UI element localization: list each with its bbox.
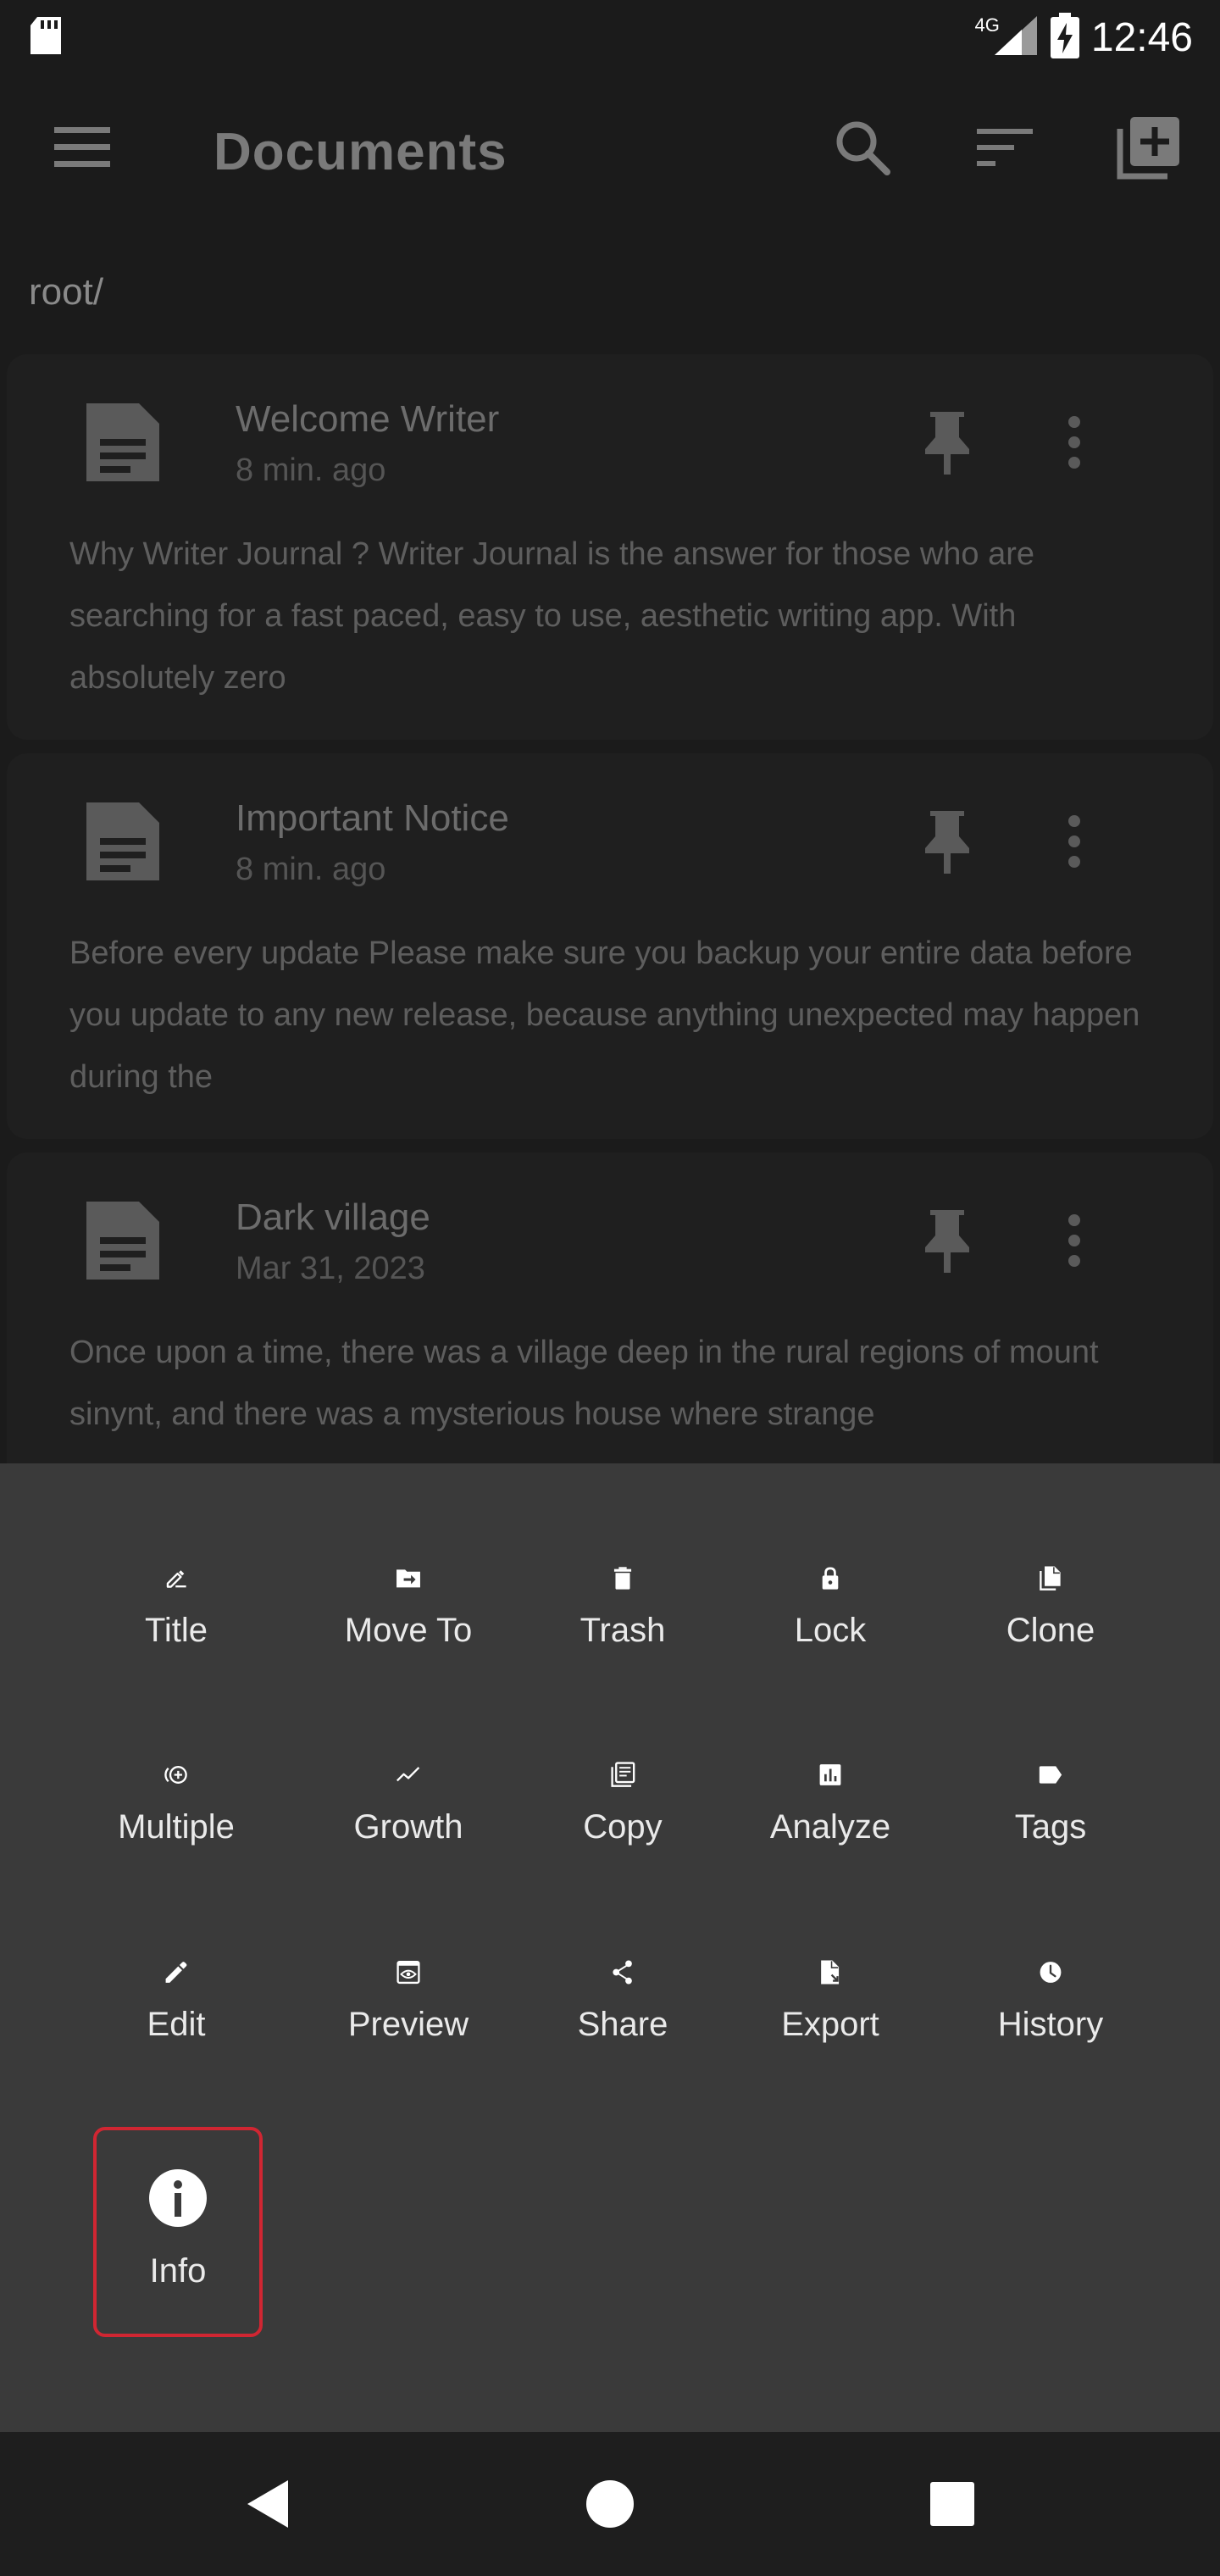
pin-icon[interactable] [922,408,983,476]
action-share[interactable]: Share [538,1857,707,2044]
action-label: Multiple [118,1808,235,1846]
multiple-add-icon [164,1766,187,1784]
info-icon [149,2169,207,2227]
menu-icon[interactable] [49,114,117,181]
back-icon[interactable] [234,2470,302,2538]
action-clone[interactable]: Clone [966,1463,1135,1650]
more-options-icon[interactable] [1049,408,1100,476]
pencil-icon [165,1962,187,1983]
copy-icon [611,1762,635,1787]
status-bar: 4G 12:46 [0,0,1220,75]
history-icon [1040,1962,1062,1983]
document-icon [80,1198,175,1293]
network-type: 4G [974,14,1000,36]
action-trash[interactable]: Trash [538,1463,707,1650]
action-label: Growth [353,1808,463,1846]
clone-icon [1040,1566,1061,1591]
action-label: Analyze [769,1808,891,1846]
action-tags[interactable]: Tags [966,1660,1135,1846]
action-label: Preview [347,2006,469,2043]
action-grid: Title Move To Trash Lock Clone Multiple … [0,1463,1220,2432]
action-label: Export [781,2006,879,2043]
document-date: 8 min. ago [236,852,386,887]
document-title: Welcome Writer [236,398,500,440]
growth-icon [396,1767,420,1782]
system-nav-bar [0,2432,1220,2576]
document-preview: Before every update Please make sure you… [69,935,1140,1095]
action-label: Tags [1014,1808,1087,1846]
battery-charging-icon [1050,12,1079,63]
analyze-icon [819,1764,841,1785]
action-history[interactable]: History [966,1857,1135,2044]
document-date: Mar 31, 2023 [236,1251,425,1286]
action-edit[interactable]: Edit [92,1857,261,2044]
search-icon[interactable] [829,114,896,181]
trash-icon [613,1567,632,1590]
move-to-folder-icon [396,1569,420,1588]
sort-icon[interactable] [971,114,1039,181]
page-title: Documents [214,123,507,181]
preview-icon [396,1960,420,1985]
more-options-icon[interactable] [1049,808,1100,875]
action-label: Edit [147,2006,206,2043]
action-label: Info [149,2252,207,2290]
lock-icon [822,1567,839,1590]
breadcrumb[interactable]: root/ [29,271,103,314]
title-edit-icon [166,1570,186,1588]
action-label: Share [577,2006,668,2043]
action-title[interactable]: Title [92,1463,261,1650]
document-icon [80,799,175,894]
action-lock[interactable]: Lock [746,1463,915,1650]
action-export[interactable]: Export [746,1857,915,2044]
action-label: Move To [344,1612,473,1649]
signal-icon [993,14,1039,61]
action-preview[interactable]: Preview [324,1857,493,2044]
sd-card-icon [27,15,64,60]
action-label: Trash [580,1612,666,1649]
tag-icon [1039,1766,1062,1784]
action-multiple[interactable]: Multiple [92,1660,261,1846]
action-growth[interactable]: Growth [324,1660,493,1846]
share-icon [613,1960,632,1985]
action-copy[interactable]: Copy [538,1660,707,1846]
document-title: Important Notice [236,797,509,839]
document-date: 8 min. ago [236,452,386,488]
action-move-to[interactable]: Move To [324,1463,493,1650]
action-analyze[interactable]: Analyze [746,1660,915,1846]
document-title: Dark village [236,1196,430,1238]
document-icon [80,400,175,495]
pin-icon[interactable] [922,1207,983,1274]
document-card[interactable]: Welcome Writer 8 min. ago Why Writer Jou… [7,354,1213,740]
action-label: History [997,2006,1104,2043]
status-time: 12:46 [1090,14,1193,60]
more-options-icon[interactable] [1049,1207,1100,1274]
export-icon [821,1960,840,1985]
document-preview: Why Writer Journal ? Writer Journal is t… [69,536,1035,696]
action-label: Title [144,1612,208,1649]
document-preview: Once upon a time, there was a village de… [69,1335,1099,1432]
action-info[interactable]: Info [93,2127,263,2337]
home-icon[interactable] [576,2470,644,2538]
screen: 4G 12:46 Documents root/ Welcome Writer … [0,0,1220,2576]
action-label: Clone [1006,1612,1095,1649]
app-bar: Documents [0,75,1220,236]
add-document-icon[interactable] [1115,114,1183,181]
action-label: Lock [794,1612,867,1649]
actions-bottom-sheet: Title Move To Trash Lock Clone Multiple … [0,1463,1220,2432]
document-card[interactable]: Important Notice 8 min. ago Before every… [7,753,1213,1139]
pin-icon[interactable] [922,808,983,875]
action-label: Copy [583,1808,663,1846]
status-right: 4G 12:46 [957,12,1193,63]
recents-icon[interactable] [918,2470,986,2538]
